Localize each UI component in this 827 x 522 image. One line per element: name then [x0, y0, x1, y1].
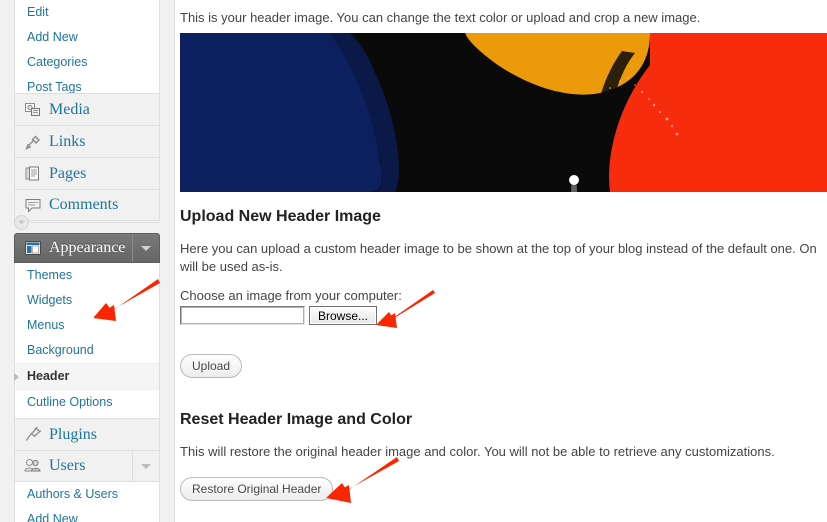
- sidebar-item-themes[interactable]: Themes: [15, 263, 159, 288]
- sidebar-item-links[interactable]: Links: [14, 125, 160, 157]
- file-path-input[interactable]: [180, 306, 305, 325]
- wordpress-admin-screen: Edit Add New Categories Post Tags Media: [0, 0, 827, 522]
- sidebar-item-edit[interactable]: Edit: [15, 0, 159, 25]
- sidebar-item-media[interactable]: Media: [14, 93, 160, 125]
- choose-image-label: Choose an image from your computer:: [180, 288, 402, 303]
- media-icon: [25, 102, 40, 116]
- upload-description-line-1: Here you can upload a custom header imag…: [180, 241, 817, 256]
- sidebar-item-label: Pages: [49, 164, 87, 182]
- sidebar-item-label: Links: [49, 132, 86, 150]
- sidebar-item-label: Appearance: [49, 239, 126, 256]
- browse-button[interactable]: Browse...: [309, 306, 378, 325]
- sidebar-item-header[interactable]: Header: [14, 363, 159, 390]
- reset-section: Reset Header Image and Color This will r…: [180, 411, 827, 461]
- file-input-row: Browse...: [180, 306, 378, 325]
- users-collapse-toggle[interactable]: [132, 451, 159, 481]
- users-icon: [24, 459, 41, 472]
- comments-icon: [25, 199, 41, 213]
- collapse-menu-button[interactable]: «: [14, 214, 160, 230]
- main-content: This is your header image. You can chang…: [176, 0, 827, 522]
- sidebar-item-label: Plugins: [49, 425, 98, 443]
- current-header-image: [180, 33, 827, 192]
- links-icon: [25, 135, 40, 150]
- reset-section-title: Reset Header Image and Color: [180, 411, 413, 428]
- sidebar-item-label: Comments: [49, 196, 119, 213]
- chevron-down-icon: [141, 245, 151, 251]
- sidebar-item-categories[interactable]: Categories: [15, 50, 159, 75]
- chevron-down-icon: [141, 463, 151, 469]
- sidebar-item-label: Users: [49, 457, 86, 474]
- restore-original-header-button[interactable]: Restore Original Header: [180, 477, 334, 501]
- sidebar-item-label: Media: [49, 100, 90, 118]
- upload-description-line-2: will be used as-is.: [180, 259, 283, 274]
- sidebar-item-users-add-new[interactable]: Add New: [15, 507, 159, 522]
- sidebar-item-users[interactable]: Users: [14, 450, 160, 482]
- upload-section: Upload New Header Image Here you can upl…: [180, 208, 827, 276]
- sidebar-item-menus[interactable]: Menus: [15, 313, 159, 338]
- appearance-submenu: Themes Widgets Menus Background Header C…: [14, 263, 160, 441]
- pages-icon: [25, 166, 39, 180]
- sidebar-item-plugins[interactable]: Plugins: [14, 418, 160, 450]
- admin-sidebar: Edit Add New Categories Post Tags Media: [0, 0, 175, 522]
- plugins-icon: [25, 426, 42, 441]
- posts-submenu: Edit Add New Categories Post Tags: [14, 0, 160, 101]
- sidebar-item-pages[interactable]: Pages: [14, 157, 160, 189]
- appearance-icon: [25, 241, 41, 255]
- upload-section-title: Upload New Header Image: [180, 208, 381, 225]
- sidebar-item-widgets[interactable]: Widgets: [15, 288, 159, 313]
- upload-section-description: Here you can upload a custom header imag…: [180, 240, 827, 276]
- sidebar-item-authors-users[interactable]: Authors & Users: [15, 482, 159, 507]
- reset-section-description: This will restore the original header im…: [180, 444, 775, 459]
- sidebar-item-background[interactable]: Background: [15, 338, 159, 363]
- appearance-collapse-toggle[interactable]: [132, 234, 159, 262]
- collapse-divider: [31, 221, 160, 223]
- sidebar-item-add-new[interactable]: Add New: [15, 25, 159, 50]
- upload-button[interactable]: Upload: [180, 354, 243, 378]
- header-image-graphic: [180, 33, 827, 192]
- intro-text: This is your header image. You can chang…: [180, 10, 701, 25]
- users-submenu: Authors & Users Add New: [14, 482, 160, 522]
- collapse-chevron-icon: «: [14, 214, 29, 230]
- sidebar-item-appearance[interactable]: Appearance: [14, 233, 160, 263]
- sidebar-item-cutline-options[interactable]: Cutline Options: [15, 390, 159, 415]
